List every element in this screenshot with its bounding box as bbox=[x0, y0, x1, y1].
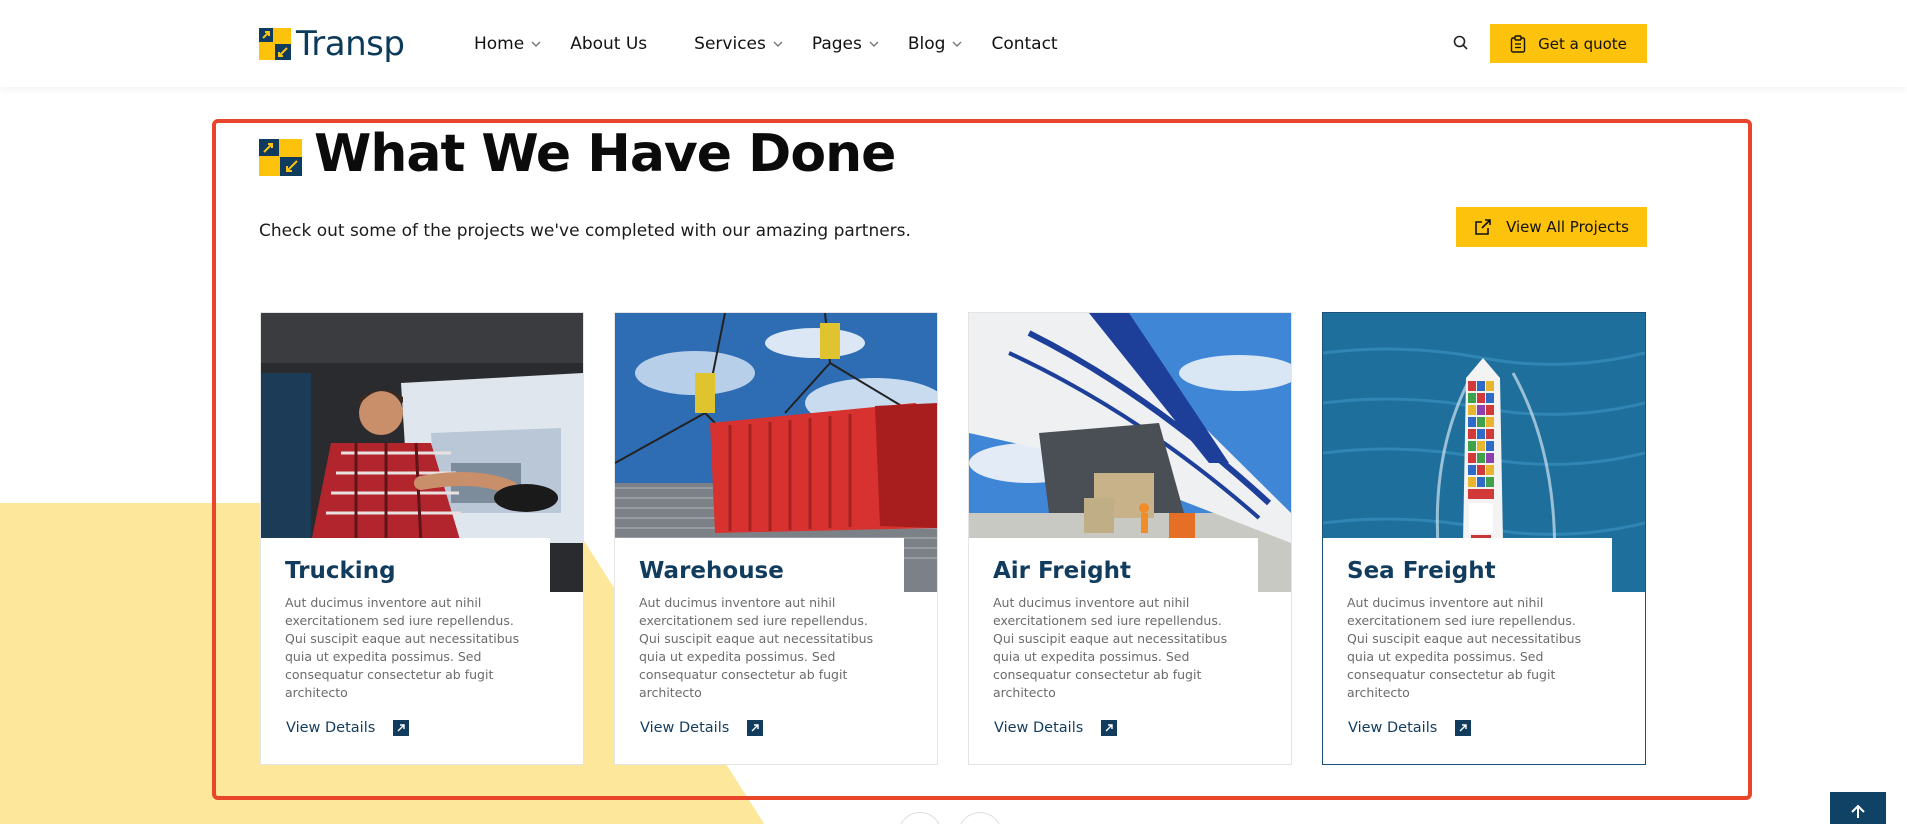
brand-logo[interactable]: Transp bbox=[259, 24, 405, 64]
nav-item-about[interactable]: About Us bbox=[570, 34, 647, 54]
view-all-projects-button[interactable]: View All Projects bbox=[1456, 207, 1647, 247]
card-title[interactable]: Warehouse bbox=[639, 558, 880, 584]
arrow-up-right-icon bbox=[1101, 720, 1118, 736]
card-description: Aut ducimus inventore aut nihil exercita… bbox=[285, 595, 520, 700]
card-title[interactable]: Trucking bbox=[285, 558, 526, 584]
card-body: Trucking Aut ducimus inventore aut nihil… bbox=[261, 538, 550, 764]
main-nav: Home About Us Services Pages Blog Contac… bbox=[474, 0, 1058, 87]
nav-label: About Us bbox=[570, 33, 648, 54]
arrow-up-right-icon bbox=[747, 720, 764, 736]
search-icon[interactable] bbox=[1451, 33, 1471, 53]
get-quote-label: Get a quote bbox=[1538, 34, 1627, 53]
slider-prev-button[interactable] bbox=[898, 812, 942, 824]
chevron-down-icon bbox=[773, 41, 783, 47]
card-body: Sea Freight Aut ducimus inventore aut ni… bbox=[1323, 538, 1612, 764]
logo-mark-icon bbox=[259, 28, 291, 60]
view-details-link[interactable]: View Details bbox=[640, 720, 764, 736]
arrow-up-right-icon bbox=[1455, 720, 1472, 736]
view-details-link[interactable]: View Details bbox=[994, 720, 1118, 736]
nav-label: Blog bbox=[907, 33, 946, 54]
get-quote-button[interactable]: Get a quote bbox=[1490, 24, 1647, 63]
nav-label: Services bbox=[694, 33, 766, 54]
card-body: Air Freight Aut ducimus inventore aut ni… bbox=[969, 538, 1258, 764]
nav-item-home[interactable]: Home bbox=[474, 34, 542, 54]
nav-item-services[interactable]: Services bbox=[694, 34, 784, 54]
arrow-up-right-icon bbox=[393, 720, 410, 736]
project-card-trucking[interactable]: Trucking Aut ducimus inventore aut nihil… bbox=[260, 312, 584, 765]
card-title[interactable]: Air Freight bbox=[993, 558, 1234, 584]
view-all-projects-label: View All Projects bbox=[1506, 218, 1629, 236]
view-details-link[interactable]: View Details bbox=[1348, 720, 1472, 736]
section-title: What We Have Done bbox=[314, 124, 896, 184]
nav-label: Pages bbox=[811, 33, 862, 54]
section-subtitle: Check out some of the projects we've com… bbox=[259, 221, 911, 241]
nav-label: Home bbox=[474, 33, 525, 54]
brand-name: Transp bbox=[296, 24, 405, 64]
nav-item-blog[interactable]: Blog bbox=[908, 34, 964, 54]
site-header: Transp Home About Us Services Pages Blog… bbox=[0, 0, 1907, 87]
view-details-label: View Details bbox=[994, 720, 1084, 736]
chevron-down-icon bbox=[952, 41, 962, 47]
card-title[interactable]: Sea Freight bbox=[1347, 558, 1588, 584]
nav-item-pages[interactable]: Pages bbox=[812, 34, 880, 54]
project-card-sea-freight[interactable]: Sea Freight Aut ducimus inventore aut ni… bbox=[1322, 312, 1646, 765]
card-description: Aut ducimus inventore aut nihil exercita… bbox=[1347, 595, 1582, 700]
back-to-top-button[interactable] bbox=[1830, 792, 1886, 824]
card-description: Aut ducimus inventore aut nihil exercita… bbox=[639, 595, 874, 700]
arrow-up-icon bbox=[1851, 804, 1865, 818]
chevron-down-icon bbox=[531, 41, 541, 47]
external-link-icon bbox=[1475, 219, 1491, 235]
view-details-label: View Details bbox=[1348, 720, 1438, 736]
card-description: Aut ducimus inventore aut nihil exercita… bbox=[993, 595, 1228, 700]
view-details-label: View Details bbox=[640, 720, 730, 736]
slider-next-button[interactable] bbox=[958, 812, 1002, 824]
view-details-link[interactable]: View Details bbox=[286, 720, 410, 736]
chevron-down-icon bbox=[869, 41, 879, 47]
section-icon bbox=[259, 139, 302, 176]
card-body: Warehouse Aut ducimus inventore aut nihi… bbox=[615, 538, 904, 764]
nav-item-contact[interactable]: Contact bbox=[991, 34, 1057, 54]
clipboard-icon bbox=[1510, 34, 1526, 53]
nav-label: Contact bbox=[991, 33, 1058, 54]
project-card-air-freight[interactable]: Air Freight Aut ducimus inventore aut ni… bbox=[968, 312, 1292, 765]
project-card-warehouse[interactable]: Warehouse Aut ducimus inventore aut nihi… bbox=[614, 312, 938, 765]
view-details-label: View Details bbox=[286, 720, 376, 736]
